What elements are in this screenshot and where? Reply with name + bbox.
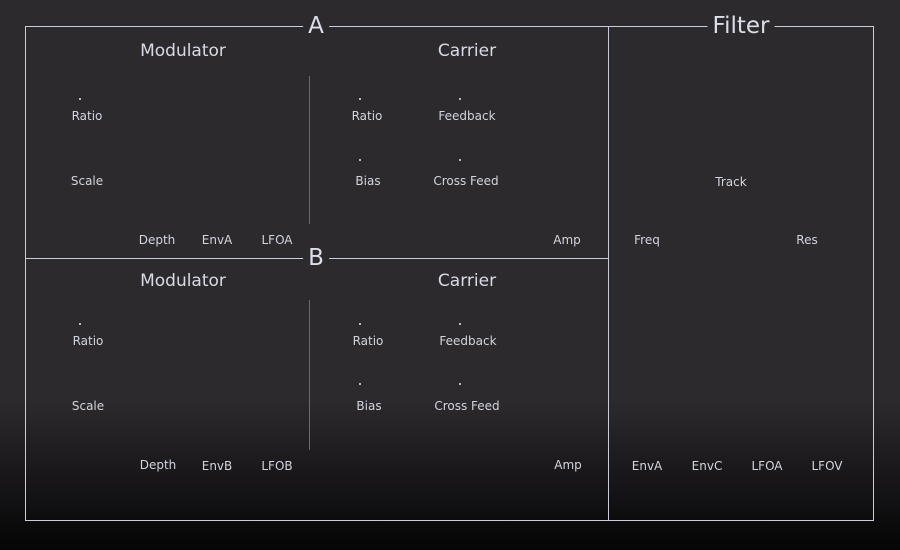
a-car-ratio-label: Ratio [351,109,383,123]
a-mod-carrier-divider [309,76,310,224]
a-feedback-knob[interactable] [459,98,461,100]
b-bias-knob[interactable] [359,383,361,385]
b-modulator-heading: Modulator [140,271,226,291]
b-feedback-knob[interactable] [459,323,461,325]
filter-frame [608,26,874,521]
b-amp-label: Amp [554,458,582,472]
b-car-ratio-knob[interactable] [359,323,361,325]
a-crossfeed-knob[interactable] [459,159,461,161]
b-bias-label: Bias [356,399,382,413]
a-lfoa-label: LFOA [261,233,293,247]
a-carrier-heading: Carrier [437,41,497,61]
b-mod-scale-label: Scale [71,399,105,413]
b-envb-label: EnvB [201,459,233,473]
filter-track-label: Track [715,175,747,189]
b-carrier-heading: Carrier [437,271,497,291]
b-mod-ratio-knob[interactable] [79,323,81,325]
a-bias-label: Bias [355,174,381,188]
a-mod-ratio-label: Ratio [71,109,103,123]
b-lfob-label: LFOB [261,459,293,473]
filter-title: Filter [707,14,775,38]
filter-lfoa-label: LFOA [751,459,783,473]
a-bias-knob[interactable] [359,159,361,161]
filter-freq-label: Freq [634,233,660,247]
filter-res-label: Res [796,233,818,247]
b-depth-label: Depth [139,458,177,472]
filter-lfov-label: LFOV [811,459,843,473]
section-a-frame [25,26,609,521]
a-crossfeed-label: Cross Feed [433,174,499,188]
section-b-title: B [303,246,329,270]
section-a-title: A [303,14,329,38]
a-mod-scale-label: Scale [70,174,104,188]
a-modulator-heading: Modulator [140,41,226,61]
a-mod-ratio-knob[interactable] [79,98,81,100]
b-mod-carrier-divider [309,300,310,450]
b-crossfeed-label: Cross Feed [434,399,500,413]
b-feedback-label: Feedback [439,334,497,348]
a-depth-label: Depth [138,233,176,247]
filter-enva-label: EnvA [631,459,663,473]
filter-envc-label: EnvC [691,459,723,473]
b-car-ratio-label: Ratio [352,334,384,348]
a-feedback-label: Feedback [438,109,496,123]
b-crossfeed-knob[interactable] [459,383,461,385]
a-enva-label: EnvA [201,233,233,247]
b-mod-ratio-label: Ratio [72,334,104,348]
a-amp-label: Amp [553,233,581,247]
a-car-ratio-knob[interactable] [359,98,361,100]
